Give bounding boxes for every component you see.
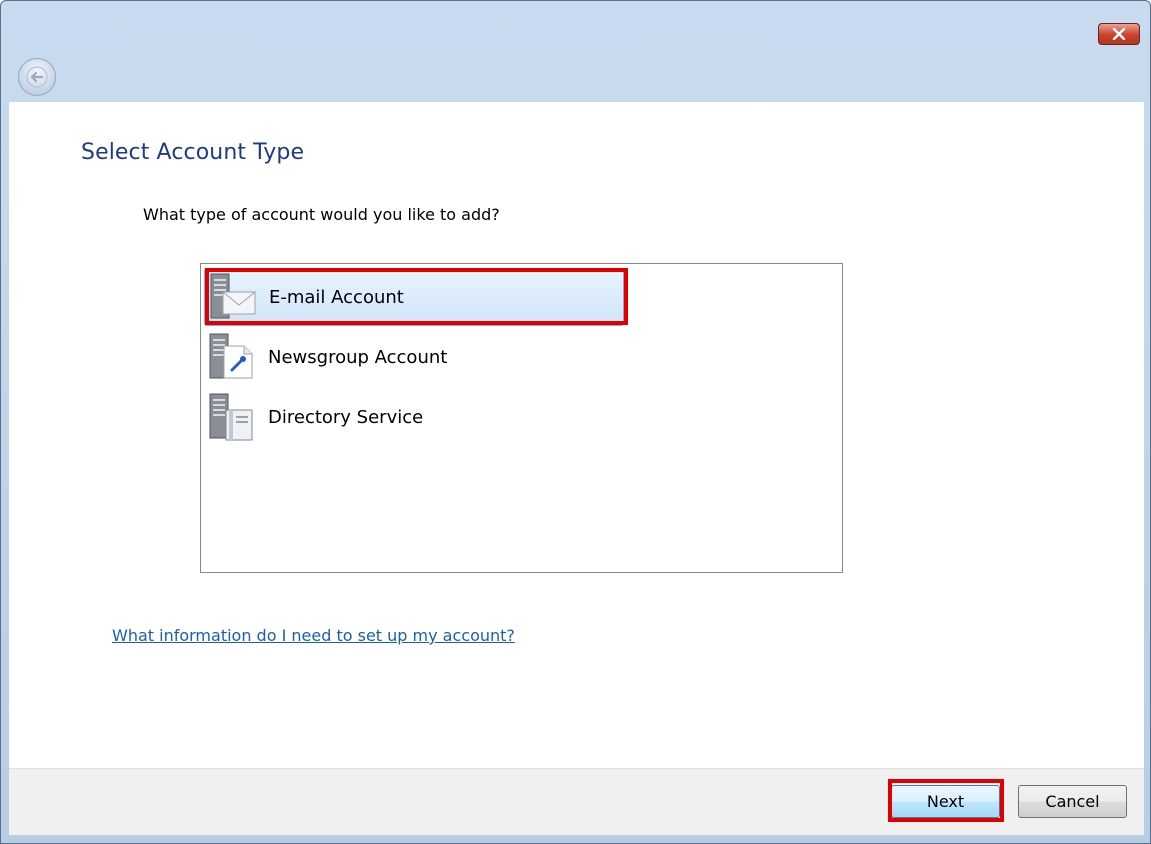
email-server-icon xyxy=(210,273,256,319)
close-icon xyxy=(1112,28,1126,40)
page-title: Select Account Type xyxy=(81,140,305,165)
next-button[interactable]: Next xyxy=(891,785,1000,818)
button-bar: Next Cancel xyxy=(9,768,1144,835)
cancel-button[interactable]: Cancel xyxy=(1018,785,1127,818)
back-arrow-icon xyxy=(26,66,48,88)
title-bar xyxy=(1,1,1150,103)
list-item-newsgroup-account[interactable]: Newsgroup Account xyxy=(204,328,624,386)
wizard-content: Select Account Type What type of account… xyxy=(9,102,1144,768)
account-type-question: What type of account would you like to a… xyxy=(143,205,500,224)
directory-server-icon xyxy=(209,393,253,441)
account-type-list[interactable]: E-mail Account Newsgroup Account Directo… xyxy=(200,263,843,573)
list-item-label: Newsgroup Account xyxy=(268,346,448,368)
setup-help-link[interactable]: What information do I need to set up my … xyxy=(112,626,515,645)
list-item-label: E-mail Account xyxy=(269,286,404,308)
list-item-directory-service[interactable]: Directory Service xyxy=(204,388,624,446)
newsgroup-server-icon xyxy=(209,333,253,379)
back-button[interactable] xyxy=(18,58,56,96)
list-item-label: Directory Service xyxy=(268,406,424,428)
list-item-email-account[interactable]: E-mail Account xyxy=(204,268,624,326)
close-button[interactable] xyxy=(1098,23,1140,45)
